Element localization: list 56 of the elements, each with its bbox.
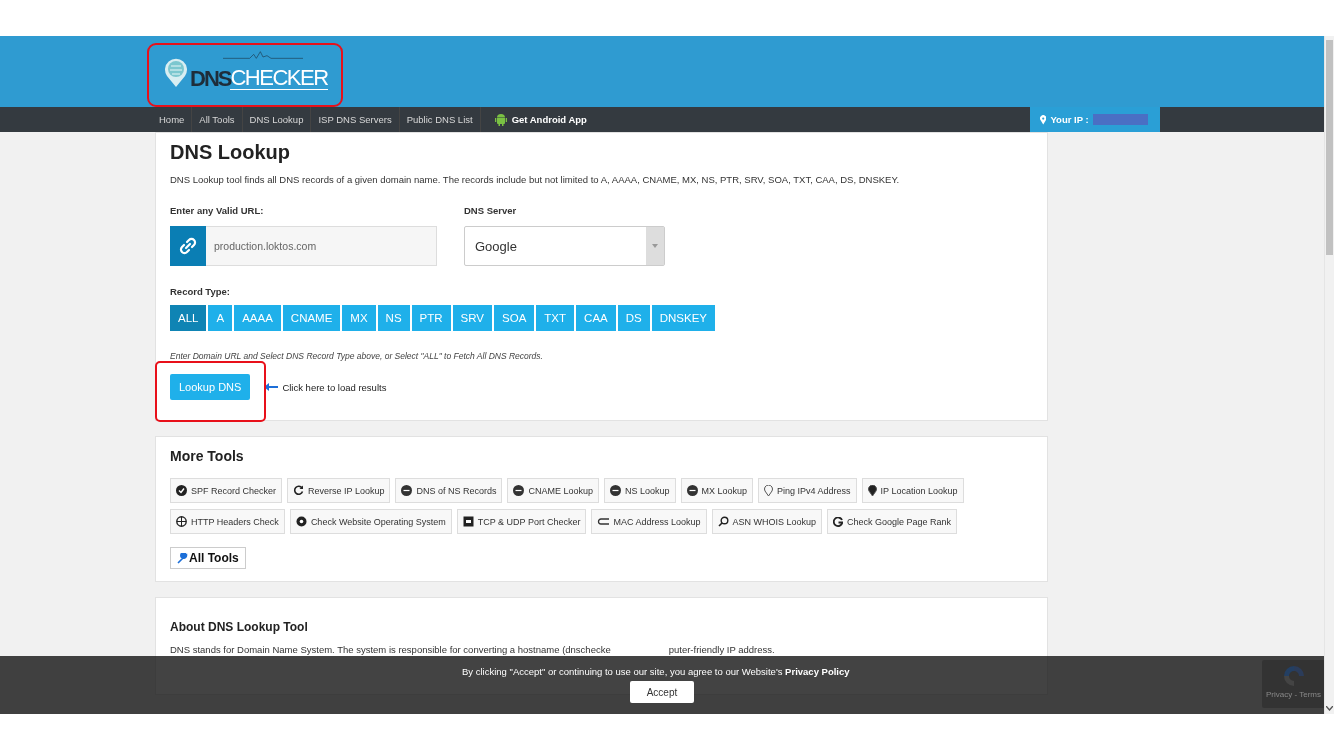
tool-link[interactable]: MAC Address Lookup [591,509,707,534]
globe-icon [176,516,187,527]
tool-link[interactable]: HTTP Headers Check [170,509,285,534]
redaction-bar [1092,114,1148,125]
scrollbar-thumb[interactable] [1326,40,1333,255]
tool-link[interactable]: ASN WHOIS Lookup [711,509,823,534]
tool-link[interactable]: IP Location Lookup [861,478,964,503]
page-title: DNS Lookup [170,141,291,164]
scrollbar[interactable] [1324,36,1334,714]
port-icon [462,516,474,527]
reload-icon [293,485,305,496]
search-icon [717,516,729,527]
nav-link[interactable]: Get Android App [480,107,594,132]
check-badge-icon [176,485,187,496]
caret-icon [652,244,658,248]
url-label: Enter any Valid URL: [170,205,265,216]
google-g-icon [833,516,844,527]
about-text: DNS stands for Domain Name System. The system is responsible for converting a hostname (dnschecke [170,644,611,655]
tool-link[interactable]: SPF Record Checker [170,478,283,503]
link-icon [178,236,198,256]
all-tools-button[interactable]: All Tools [170,547,246,569]
accept-button[interactable]: Accept [630,681,694,703]
section-title: More Tools [170,448,245,464]
location-pin-icon [867,485,877,496]
tool-link[interactable]: DNS of NS Records [395,478,503,503]
your-ip-label: Your IP : [1050,114,1089,125]
left-arrow-icon [264,383,279,391]
callout-text: Click here to load results [282,381,387,393]
description-text: DNS Lookup tool finds all DNS records of a given domain name. The records include but not limited to A, AAAA, CNAME, MX, NS, PTR, SRV, SOA, TXT, CAA, DS, DNSKEY. [170,174,901,185]
recaptcha-links[interactable]: Privacy - Terms [1266,690,1321,699]
location-pin-icon [764,485,774,496]
dns-server-dropdown[interactable]: Google [464,226,665,266]
globe-pin-icon [163,58,189,88]
wrench-icon [177,552,188,564]
tool-link[interactable]: Check Website Operating System [289,509,452,534]
pulse-line-icon [223,48,303,62]
record-type-label: Record Type: [170,286,231,297]
about-text: puter-friendly IP address. [668,644,775,655]
section-title: About DNS Lookup Tool [170,620,309,634]
tool-link[interactable]: TCP & UDP Port Checker [456,509,587,534]
tool-link[interactable]: Reverse IP Lookup [287,478,391,503]
hint-text: Enter Domain URL and Select DNS Record Type above, or Select "ALL" to Fetch All DNS Records. [170,351,544,361]
tool-link[interactable]: Check Google Page Rank [827,509,958,534]
url-input-field[interactable]: production.loktos.com [206,226,437,266]
cookie-text: By clicking "Accept" or continuing to use our site, you agree to our Website's Privacy Policy [462,666,850,677]
tool-link[interactable]: CNAME Lookup [507,478,599,503]
tool-link[interactable]: Ping IPv4 Address [758,478,857,503]
android-icon [494,113,507,126]
tool-link[interactable]: MX Lookup [680,478,754,503]
scroll-down-icon[interactable] [1326,706,1333,711]
site-logo[interactable]: DNSCHECKER [163,48,328,90]
dns-server-label: DNS Server [464,205,518,216]
cable-icon [597,517,610,526]
record-type-button[interactable]: ALL [170,305,207,331]
tool-link[interactable]: NS Lookup [604,478,676,503]
location-pin-icon [1040,114,1047,125]
